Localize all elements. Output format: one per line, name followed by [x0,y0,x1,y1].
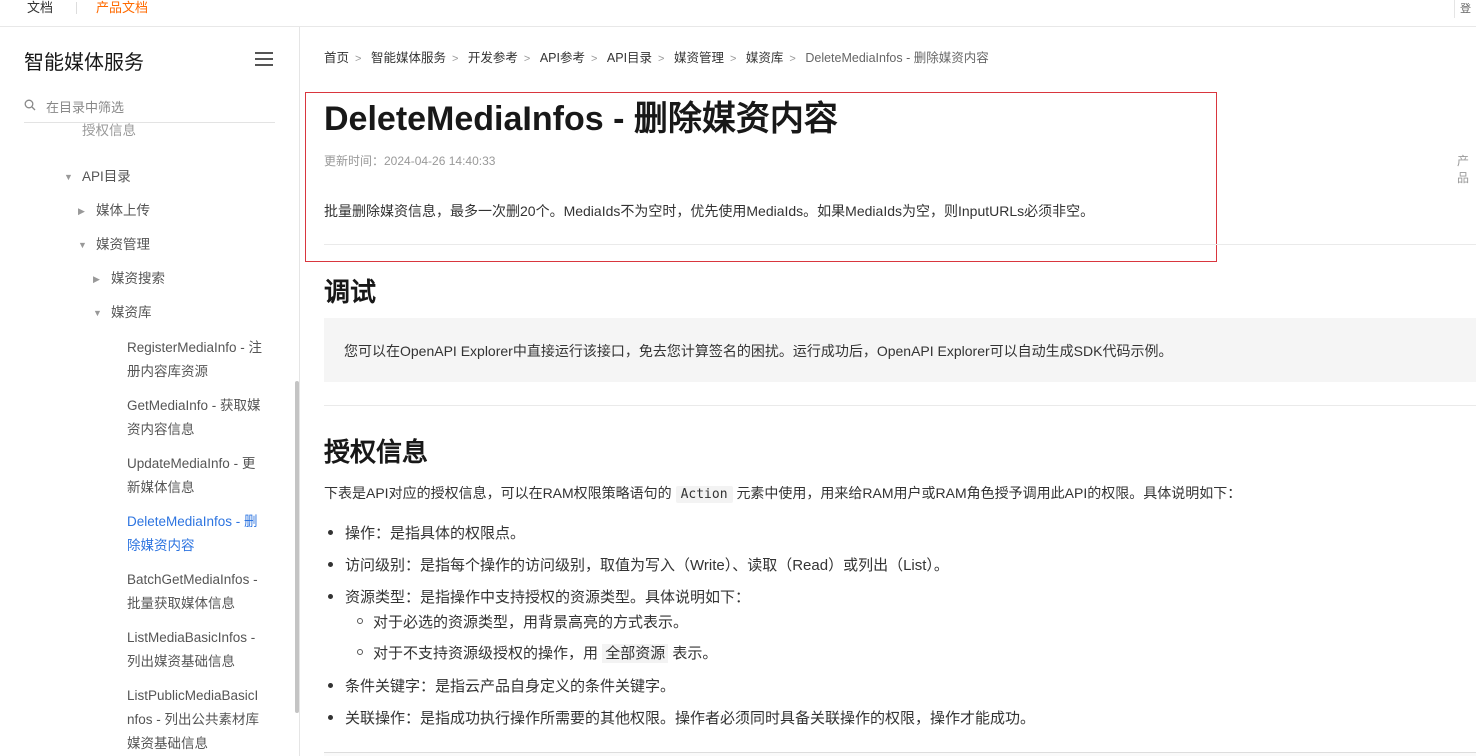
sidebar-item-api-catalog[interactable]: ▼ API目录 [64,165,131,189]
breadcrumb: 首页 > 智能媒体服务 > 开发参考 > API参考 > API目录 > 媒资管理 > 媒资… [324,47,989,66]
auth-table [324,752,1476,756]
chevron-right-icon[interactable]: ▶ [93,267,100,291]
breadcrumb-item[interactable]: 开发参考 [468,51,518,65]
breadcrumb-item[interactable]: API参考 [540,51,585,65]
bullet-icon [328,561,333,567]
menu-icon[interactable] [255,52,273,66]
breadcrumb-item[interactable]: API目录 [607,51,652,65]
sub-list-item: 对于必选的资源类型，用背景高亮的方式表示。 [357,611,688,632]
api-description: 批量删除媒资信息，最多一次删20个。MediaIds不为空时，优先使用Media… [324,203,1095,219]
chevron-down-icon[interactable]: ▼ [78,233,87,257]
bullet-icon [328,714,333,720]
sidebar-tree: 授权信息 ▼ API目录 ▶ 媒体上传 ▼ 媒资管理 ▶ 媒资搜索 ▼ 媒资库 Regis… [0,123,292,756]
list-item: 访问级别：是指每个操作的访问级别，取值为写入（Write）、读取（Read）或列… [328,554,949,575]
sidebar-item-list-media-basic-infos[interactable]: ListMediaBasicInfos - 列出媒资基础信息 [127,626,267,674]
breadcrumb-item[interactable]: 媒资管理 [674,51,724,65]
debug-tip-text: 您可以在OpenAPI Explorer中直接运行该接口，免去您计算签名的困扰。… [344,343,1173,359]
chevron-down-icon[interactable]: ▼ [64,165,73,189]
login-button[interactable]: 登 [1454,0,1476,18]
chevron-right-icon: > [789,53,796,65]
breadcrumb-current: DeleteMediaInfos - 删除媒资内容 [805,51,989,65]
divider [324,405,1476,406]
section-heading-debug: 调试 [324,277,377,307]
sidebar-item-update-media-info[interactable]: UpdateMediaInfo - 更新媒体信息 [127,452,267,500]
sidebar-item-media-management[interactable]: ▼ 媒资管理 [78,233,150,257]
list-item: 条件关键字：是指云产品自身定义的条件关键字。 [328,675,675,696]
chevron-right-icon[interactable]: ▶ [78,199,85,223]
list-item: 资源类型：是指操作中支持授权的资源类型。具体说明如下： [328,586,750,607]
action-code: Action [675,486,733,503]
sidebar-item-batch-get-media-infos[interactable]: BatchGetMediaInfos - 批量获取媒体信息 [127,568,267,616]
sidebar-search [24,93,275,123]
page-title: DeleteMediaInfos - 删除媒资内容 [324,100,838,138]
bullet-circle-icon [357,618,363,625]
debug-tip-box: 您可以在OpenAPI Explorer中直接运行该接口，免去您计算签名的困扰。… [324,318,1476,382]
top-nav-bar: 文档 产品文档 登 [0,0,1476,27]
sidebar-scrollbar[interactable] [295,381,299,713]
sidebar: 智能媒体服务 授权信息 ▼API目录 ▶媒体上传 ▼媒资管理 ▶媒资搜索 ▼媒资… [0,27,300,756]
bullet-icon [328,593,333,599]
sidebar-item-auth-info[interactable]: 授权信息 [82,123,136,143]
sidebar-item-get-media-info[interactable]: GetMediaInfo - 获取媒资内容信息 [127,394,267,442]
updated-time: 更新时间：2024-04-26 14:40:33 [324,154,496,168]
bullet-icon [328,682,333,688]
sidebar-search-input[interactable] [46,97,266,117]
chevron-right-icon: > [590,53,598,65]
search-icon [24,99,36,111]
list-item: 操作：是指具体的权限点。 [328,522,525,543]
breadcrumb-item[interactable]: 媒资库 [746,51,784,65]
bullet-icon [328,529,333,535]
tab-product-docs[interactable]: 产品文档 [96,0,148,16]
chevron-right-icon: > [451,53,459,65]
chevron-right-icon: > [523,53,531,65]
sidebar-item-register-media-info[interactable]: RegisterMediaInfo - 注册内容库资源 [127,336,267,384]
section-heading-auth: 授权信息 [324,437,429,467]
sidebar-title: 智能媒体服务 [24,52,144,74]
main-content: 首页 > 智能媒体服务 > 开发参考 > API参考 > API目录 > 媒资管理 > 媒资… [301,27,1476,756]
sidebar-item-media-upload[interactable]: ▶ 媒体上传 [78,199,150,223]
auth-description: 下表是API对应的授权信息，可以在RAM权限策略语句的 Action 元素中使用… [324,485,1242,503]
tab-divider [76,2,77,14]
chevron-right-icon: > [658,53,665,65]
chevron-down-icon[interactable]: ▼ [93,301,102,325]
sidebar-item-delete-media-infos[interactable]: DeleteMediaInfos - 删除媒资内容 [127,510,267,558]
tab-docs[interactable]: 文档 [27,0,53,16]
breadcrumb-item[interactable]: 首页 [324,51,349,65]
sub-list-item: 对于不支持资源级授权的操作，用 全部资源 表示。 [357,642,717,663]
product-link-partial[interactable]: 产品 [1457,152,1476,186]
chevron-right-icon: > [729,53,737,65]
breadcrumb-item[interactable]: 智能媒体服务 [371,51,446,65]
bullet-circle-icon [357,649,363,656]
sidebar-item-list-public-media-basic-infos[interactable]: ListPublicMediaBasicInfos - 列出公共素材库媒资基础信… [127,684,263,756]
chevron-right-icon: > [355,53,362,65]
sidebar-item-media-library[interactable]: ▼ 媒资库 [93,301,152,325]
divider [324,244,1476,245]
list-item: 关联操作：是指成功执行操作所需要的其他权限。操作者必须同时具备关联操作的权限，操… [328,707,1035,728]
sidebar-item-media-search[interactable]: ▶ 媒资搜索 [93,267,165,291]
